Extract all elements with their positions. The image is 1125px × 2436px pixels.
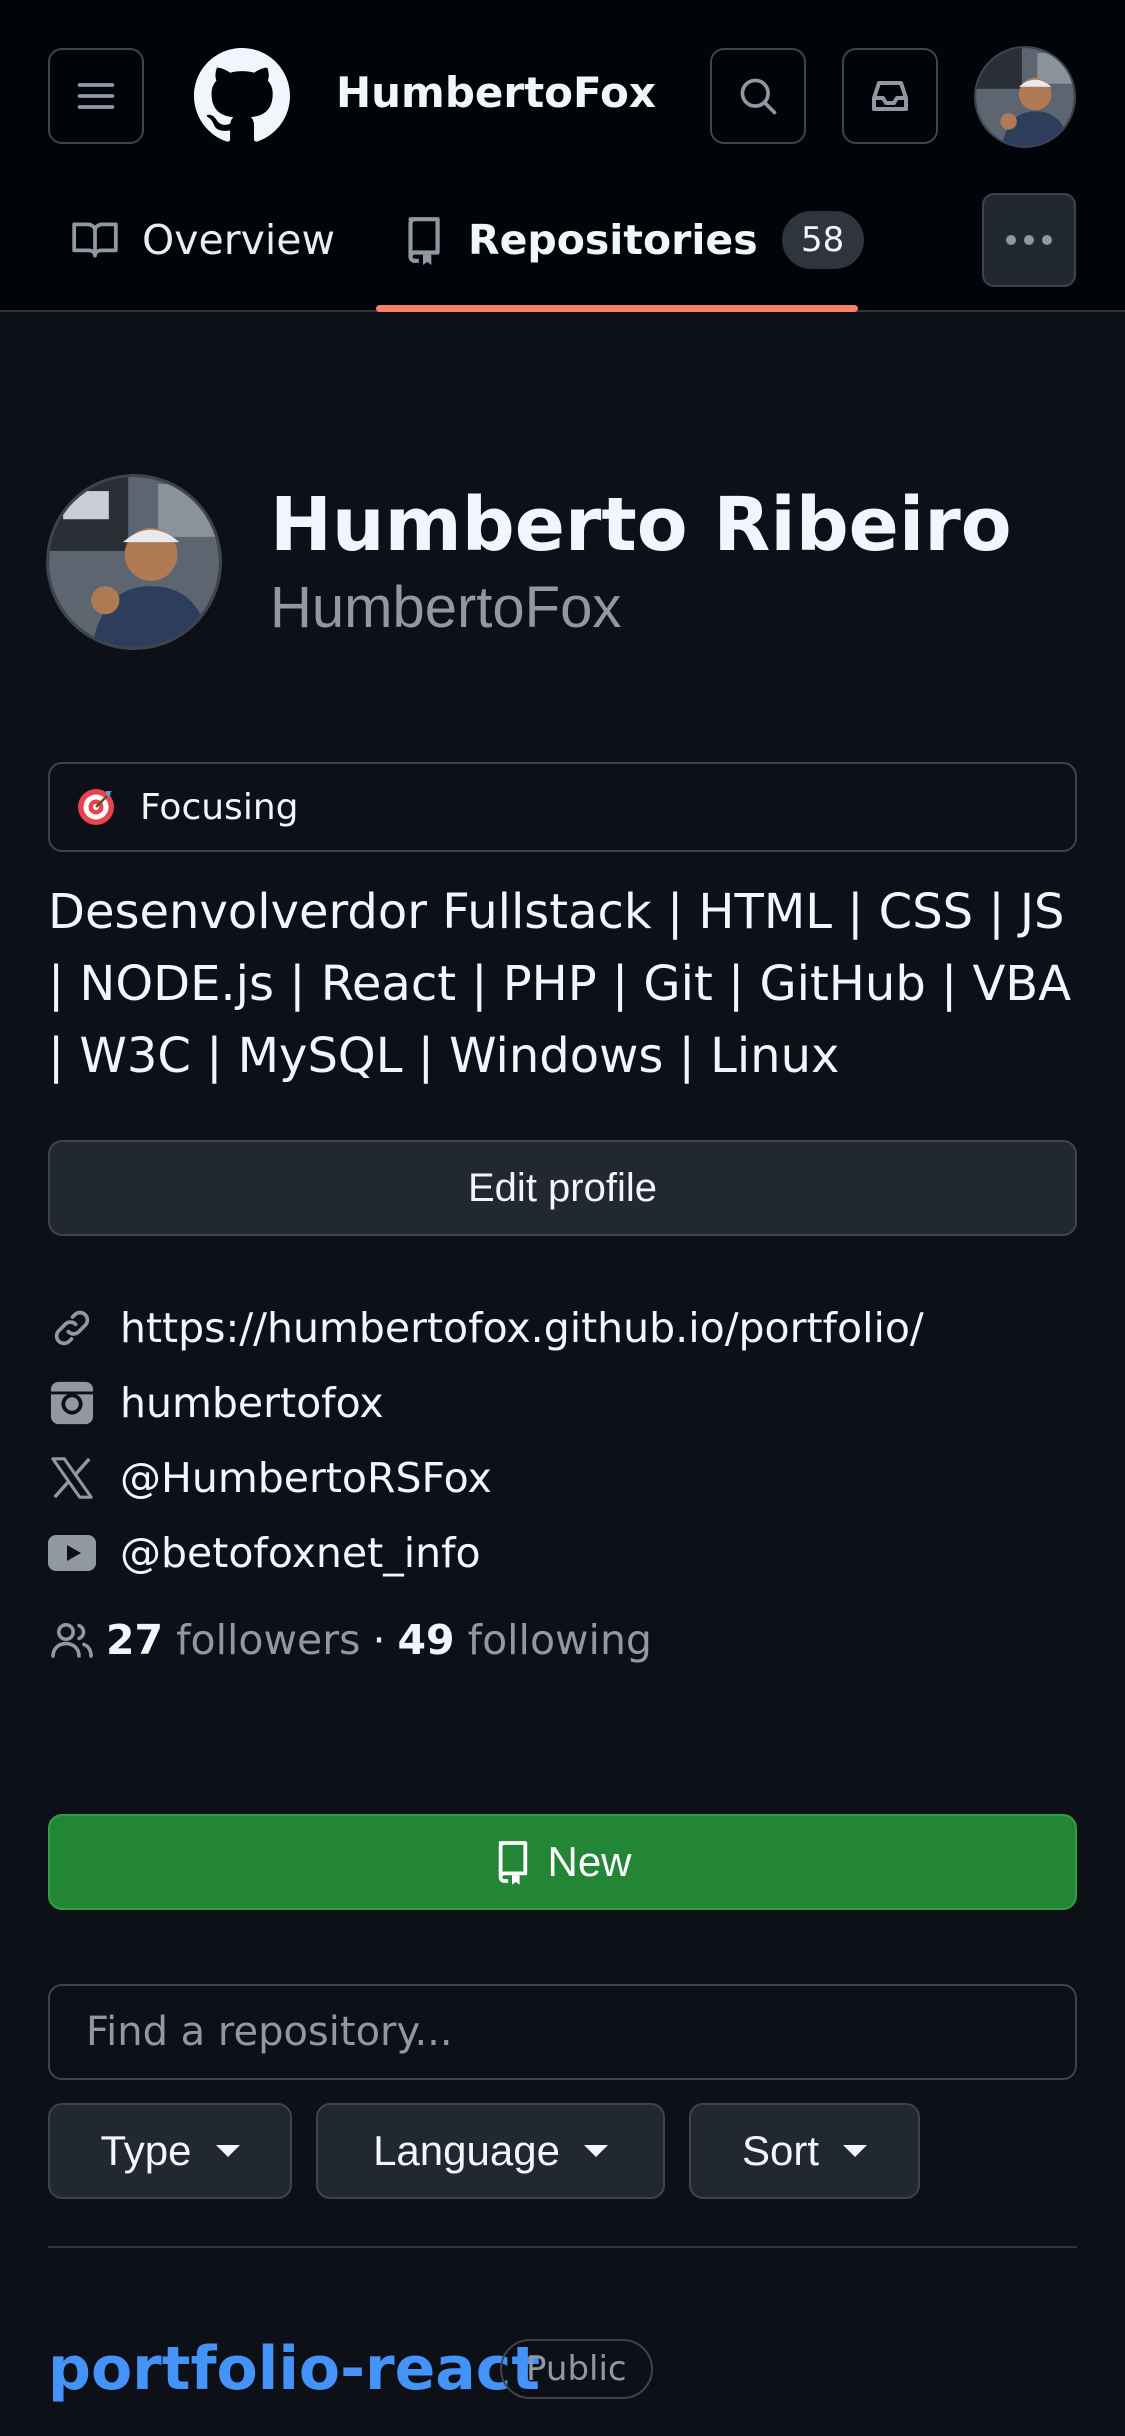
link-icon [48,1304,96,1352]
new-repository-label: New [547,1838,632,1885]
type-filter-label: Type [100,2127,192,2174]
user-status[interactable]: Focusing [48,762,1077,852]
repositories-count-badge: 58 [781,211,864,269]
new-repository-button[interactable]: New [48,1814,1077,1910]
user-photo-icon [49,477,219,647]
follow-stats: 27 followers · 49 following [48,1610,652,1670]
tab-overview[interactable]: Overview [70,200,335,280]
github-logo[interactable] [194,48,290,144]
repo-icon [499,1841,528,1885]
inbox-button[interactable] [842,48,938,144]
youtube-link[interactable]: @betofoxnet_info [120,1529,481,1577]
inbox-icon [872,81,908,111]
search-icon [740,78,777,115]
instagram-link-row[interactable]: humbertofox [48,1373,384,1433]
x-link-row[interactable]: @HumbertoRSFox [48,1448,492,1508]
profile-avatar[interactable] [46,474,222,650]
triangle-down-icon [215,2145,240,2157]
people-icon [51,1623,93,1658]
youtube-icon [48,1529,96,1577]
kebab-horizontal-icon [1006,235,1052,245]
profile-login: HumbertoFox [270,575,622,640]
user-status-text: Focusing [140,786,299,828]
repo-icon [408,217,440,265]
hamburger-icon [77,83,115,109]
following-link[interactable]: 49 following [398,1616,652,1664]
sort-label: Sort [741,2127,820,2174]
youtube-link-row[interactable]: @betofoxnet_info [48,1523,481,1583]
triangle-down-icon [583,2145,608,2157]
more-tabs-button[interactable] [982,193,1076,287]
edit-profile-button[interactable]: Edit profile [48,1140,1077,1236]
website-link[interactable]: https://humbertofox.github.io/portfolio/ [120,1304,924,1352]
active-tab-indicator [376,305,858,312]
top-header: HumbertoFox Overview Repositories 58 [0,0,1125,312]
website-link-row[interactable]: https://humbertofox.github.io/portfolio/ [48,1298,924,1358]
following-count: 49 [397,1616,455,1664]
repo-name-link[interactable]: portfolio-react [48,2334,540,2404]
list-divider [48,2246,1077,2248]
header-avatar[interactable] [974,46,1076,148]
tab-overview-label: Overview [142,216,336,264]
language-filter-label: Language [373,2127,560,2174]
language-filter-dropdown[interactable]: Language [316,2103,665,2199]
following-label: following [467,1616,652,1664]
followers-count: 27 [106,1616,164,1664]
user-photo-icon [976,48,1074,146]
profile-full-name: Humberto Ribeiro [270,482,1012,568]
tab-repositories[interactable]: Repositories 58 [400,200,864,280]
menu-button[interactable] [48,48,144,144]
triangle-down-icon [843,2145,868,2157]
search-button[interactable] [710,48,806,144]
book-icon [72,222,118,258]
header-username[interactable]: HumbertoFox [336,68,656,117]
tab-repositories-label: Repositories [468,216,758,264]
sort-dropdown[interactable]: Sort [689,2103,920,2199]
follow-separator: · [372,1616,386,1664]
visibility-badge: Public [500,2339,653,2399]
direct-hit-icon [78,789,114,825]
instagram-link[interactable]: humbertofox [120,1379,384,1427]
type-filter-dropdown[interactable]: Type [48,2103,292,2199]
x-link[interactable]: @HumbertoRSFox [120,1454,492,1502]
followers-label: followers [176,1616,361,1664]
x-logo-icon [48,1454,96,1502]
followers-link[interactable]: 27 followers [106,1616,360,1664]
find-repository-input[interactable] [48,1984,1077,2080]
profile-bio: Desenvolverdor Fullstack | HTML | CSS | … [48,884,1072,1084]
instagram-icon [48,1379,96,1427]
